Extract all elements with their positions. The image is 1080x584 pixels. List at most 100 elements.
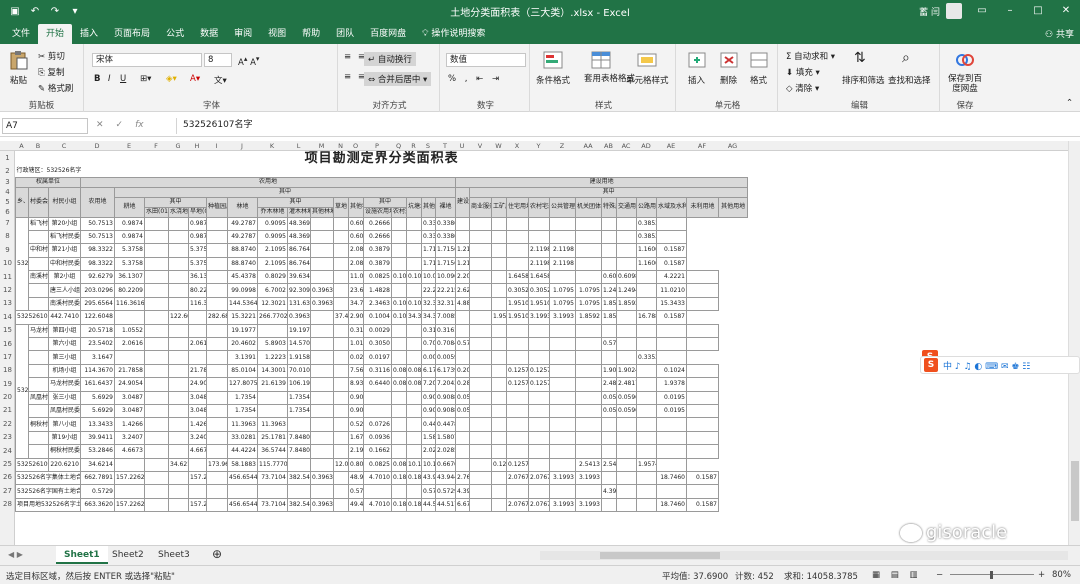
value-cell[interactable] (491, 243, 507, 258)
value-cell[interactable]: 34.6214 (168, 457, 189, 472)
value-cell[interactable] (601, 256, 617, 272)
value-cell[interactable] (333, 270, 349, 285)
value-cell[interactable]: 1.1600 (636, 256, 657, 272)
value-cell[interactable] (506, 430, 529, 446)
value-cell[interactable]: 36.1307 (114, 270, 145, 285)
value-cell[interactable] (144, 270, 169, 285)
value-cell[interactable]: 0.0825 (391, 363, 407, 379)
value-cell[interactable]: 48.3692 (287, 216, 311, 231)
value-cell[interactable] (601, 470, 617, 486)
column-header[interactable]: F (144, 142, 168, 150)
h-bare[interactable]: 裸地 (435, 196, 456, 218)
value-cell[interactable] (491, 363, 507, 379)
value-cell[interactable] (528, 216, 550, 231)
value-cell[interactable] (206, 377, 228, 392)
cell-styles-button[interactable]: 单元格样式 (626, 74, 669, 86)
value-cell[interactable]: 0.2666 (363, 216, 392, 231)
village-cell[interactable] (28, 403, 49, 419)
value-cell[interactable] (144, 457, 169, 472)
value-cell[interactable]: 0.9088 (435, 403, 456, 419)
value-cell[interactable] (469, 363, 492, 379)
value-cell[interactable] (549, 484, 576, 499)
value-cell[interactable]: 1.8592 (601, 296, 617, 312)
h-gov[interactable]: 机关团体新闻出版用地 (575, 196, 602, 218)
value-cell[interactable] (469, 497, 492, 513)
value-cell[interactable]: 442.7410 (48, 310, 81, 325)
value-cell[interactable] (656, 457, 687, 472)
value-cell[interactable] (144, 470, 169, 486)
value-cell[interactable]: 4.3985 (455, 484, 470, 499)
value-cell[interactable]: 0.1024 (656, 363, 687, 379)
value-cell[interactable]: 2.4817 (616, 377, 637, 392)
value-cell[interactable] (168, 229, 189, 245)
value-cell[interactable] (616, 484, 637, 499)
value-cell[interactable]: 45.4378 (227, 270, 258, 285)
column-header[interactable]: G (168, 142, 188, 150)
value-cell[interactable] (575, 484, 602, 499)
value-cell[interactable] (528, 337, 550, 352)
column-header[interactable]: AB (601, 142, 616, 150)
value-cell[interactable]: 4.8887 (455, 296, 470, 312)
maximize-icon[interactable]: □ (1024, 0, 1052, 22)
value-cell[interactable]: 0.0596 (601, 403, 617, 419)
h-ofwhich-1[interactable]: 其中 (114, 186, 456, 198)
value-cell[interactable] (168, 417, 189, 432)
value-cell[interactable] (206, 497, 228, 513)
value-cell[interactable] (363, 484, 392, 499)
value-cell[interactable]: 0.5729 (80, 484, 115, 499)
value-cell[interactable] (491, 430, 507, 446)
value-cell[interactable] (528, 390, 550, 405)
value-cell[interactable] (455, 310, 470, 325)
value-cell[interactable]: 106.1936 (287, 377, 311, 392)
value-cell[interactable]: 24.9054 (188, 377, 207, 392)
h-ofwhich-5[interactable]: 其中 (363, 196, 407, 208)
column-header[interactable]: H (188, 142, 206, 150)
value-cell[interactable] (406, 417, 422, 432)
value-cell[interactable] (616, 470, 637, 486)
value-cell[interactable] (469, 457, 492, 472)
zoom-in-icon[interactable]: + (1038, 570, 1045, 580)
h-industry[interactable]: 工矿用地 (491, 196, 507, 218)
clear-button[interactable]: ◇ 清除 ▾ (786, 82, 819, 94)
font-size-select[interactable]: 8 (204, 53, 232, 67)
value-cell[interactable]: 2.0767 (506, 470, 529, 486)
column-header[interactable]: Z (549, 142, 575, 150)
value-cell[interactable]: 2.0767 (528, 470, 550, 486)
column-header[interactable]: AD (636, 142, 656, 150)
value-cell[interactable]: 22.2153 (421, 283, 436, 298)
value-cell[interactable] (549, 377, 576, 392)
format-cells-button[interactable]: 格式 (750, 74, 767, 86)
value-cell[interactable] (528, 350, 550, 365)
value-cell[interactable]: 49.2787 (227, 216, 258, 231)
value-cell[interactable]: 0.0825 (363, 270, 392, 285)
value-cell[interactable]: 12.3021 (257, 296, 288, 312)
value-cell[interactable]: 1.7156 (421, 256, 436, 272)
value-cell[interactable] (636, 430, 657, 446)
value-cell[interactable]: 16.7886 (636, 310, 657, 325)
value-cell[interactable]: 0.0029 (363, 323, 392, 339)
value-cell[interactable] (491, 497, 507, 513)
village-cell[interactable]: 中和村民委员会 (28, 243, 49, 258)
value-cell[interactable]: 0.3879 (363, 256, 392, 272)
value-cell[interactable]: 15.3221 (227, 310, 258, 325)
value-cell[interactable] (257, 323, 288, 339)
value-cell[interactable] (391, 337, 407, 352)
value-cell[interactable]: 0.2081 (455, 363, 470, 379)
value-cell[interactable] (287, 484, 311, 499)
merge-center-button[interactable]: ⇔ 合并后居中 ▾ (364, 72, 432, 86)
value-cell[interactable]: 1.9158 (287, 350, 311, 365)
value-cell[interactable]: 1.0795 (549, 283, 576, 298)
value-cell[interactable] (310, 484, 334, 499)
value-cell[interactable]: 25.1781 (257, 430, 288, 446)
value-cell[interactable] (406, 390, 422, 405)
value-cell[interactable]: 1.0153 (348, 337, 364, 352)
value-cell[interactable] (310, 417, 334, 432)
autosum-button[interactable]: Σ 自动求和 ▾ (786, 50, 835, 62)
value-cell[interactable] (257, 484, 288, 499)
value-cell[interactable]: 1.2494 (616, 283, 637, 298)
column-header[interactable]: E (114, 142, 144, 150)
value-cell[interactable]: 3.1993 (549, 470, 576, 486)
value-cell[interactable] (333, 256, 349, 272)
value-cell[interactable]: 11.0593 (348, 270, 364, 285)
row-header[interactable]: 12 (0, 284, 15, 297)
